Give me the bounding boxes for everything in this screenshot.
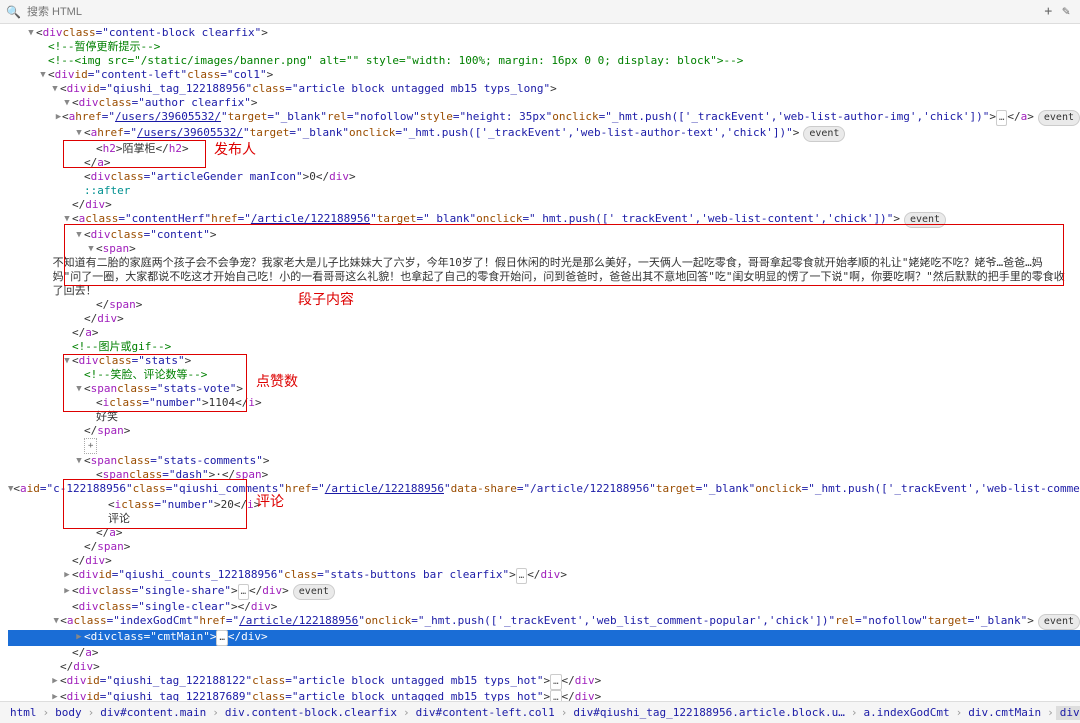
author-name-text: 陌掌柜	[123, 142, 156, 156]
breadcrumb-item[interactable]: a.indexGodCmt	[860, 706, 954, 720]
search-icon: 🔍	[0, 5, 27, 19]
comment-label: 评论	[108, 512, 130, 526]
brush-icon[interactable]: ✎	[1062, 5, 1070, 19]
expand-toggle[interactable]	[62, 354, 72, 368]
expand-toggle[interactable]	[86, 242, 96, 256]
comment: <!--图片或gif-->	[72, 340, 171, 354]
expand-toggle[interactable]	[74, 126, 84, 140]
event-badge[interactable]: event	[803, 126, 845, 142]
expand-toggle[interactable]	[74, 382, 84, 396]
breadcrumb-item[interactable]: div#content-left.col1	[412, 706, 559, 720]
html-tree[interactable]: <div class="content-block clearfix"> <!-…	[0, 24, 1080, 701]
breadcrumb-item[interactable]: html	[6, 706, 41, 720]
like-label: 好笑	[96, 410, 118, 424]
expand-toggle[interactable]	[74, 454, 84, 468]
breadcrumb-bar: html› body› div#content.main› div.conten…	[0, 701, 1080, 723]
expand-toggle[interactable]	[38, 68, 48, 82]
event-badge[interactable]: event	[1038, 110, 1080, 126]
breadcrumb-item[interactable]: div.content-block.clearfix	[221, 706, 401, 720]
expand-toggle[interactable]	[50, 674, 60, 688]
event-badge[interactable]: event	[293, 584, 335, 600]
event-badge[interactable]: event	[904, 212, 946, 228]
expand-toggle[interactable]	[50, 82, 60, 96]
expand-toggle[interactable]	[55, 110, 62, 124]
add-button[interactable]: +	[1044, 5, 1052, 19]
breadcrumb-item[interactable]: div#qiushi_tag_122188956.article.block.u…	[569, 706, 849, 720]
annotation-label-likes: 点赞数	[256, 374, 298, 388]
comment: <!--暂停更新提示-->	[48, 40, 160, 54]
content-text: 不知道有二胎的家庭两个孩子会不会争宠？我家老大是儿子比妹妹大了六岁，今年10岁了…	[53, 256, 1080, 298]
expand-toggle[interactable]	[62, 568, 72, 582]
pseudo-element: ::after	[84, 184, 130, 198]
selected-node[interactable]: <div class="cmtMain"> … </div>	[8, 630, 1080, 646]
expand-toggle[interactable]	[26, 26, 36, 40]
event-badge[interactable]: event	[1038, 614, 1080, 630]
expand-toggle[interactable]	[50, 690, 60, 701]
annotation-label-publisher: 发布人	[214, 142, 256, 156]
annotation-label-content: 段子内容	[298, 292, 354, 306]
expand-toggle[interactable]	[62, 212, 72, 226]
search-input[interactable]	[27, 6, 1034, 18]
breadcrumb-item[interactable]: div.main-text	[1056, 706, 1080, 720]
search-toolbar: 🔍 + ✎	[0, 0, 1080, 24]
expand-toggle[interactable]	[74, 630, 84, 644]
comment: <!--<img src="/static/images/banner.png"…	[48, 54, 743, 68]
breadcrumb-item[interactable]: div.cmtMain	[964, 706, 1045, 720]
expand-toggle[interactable]	[62, 96, 72, 110]
expand-toggle[interactable]	[74, 228, 84, 242]
expand-toggle[interactable]	[8, 482, 13, 496]
expand-toggle[interactable]	[52, 614, 60, 628]
add-node[interactable]: +	[84, 438, 97, 454]
comment: <!--笑脸、评论数等-->	[84, 368, 207, 382]
breadcrumb-item[interactable]: body	[51, 706, 86, 720]
expand-toggle[interactable]	[62, 584, 72, 598]
breadcrumb-item[interactable]: div#content.main	[96, 706, 210, 720]
annotation-label-comments: 评论	[256, 494, 284, 508]
